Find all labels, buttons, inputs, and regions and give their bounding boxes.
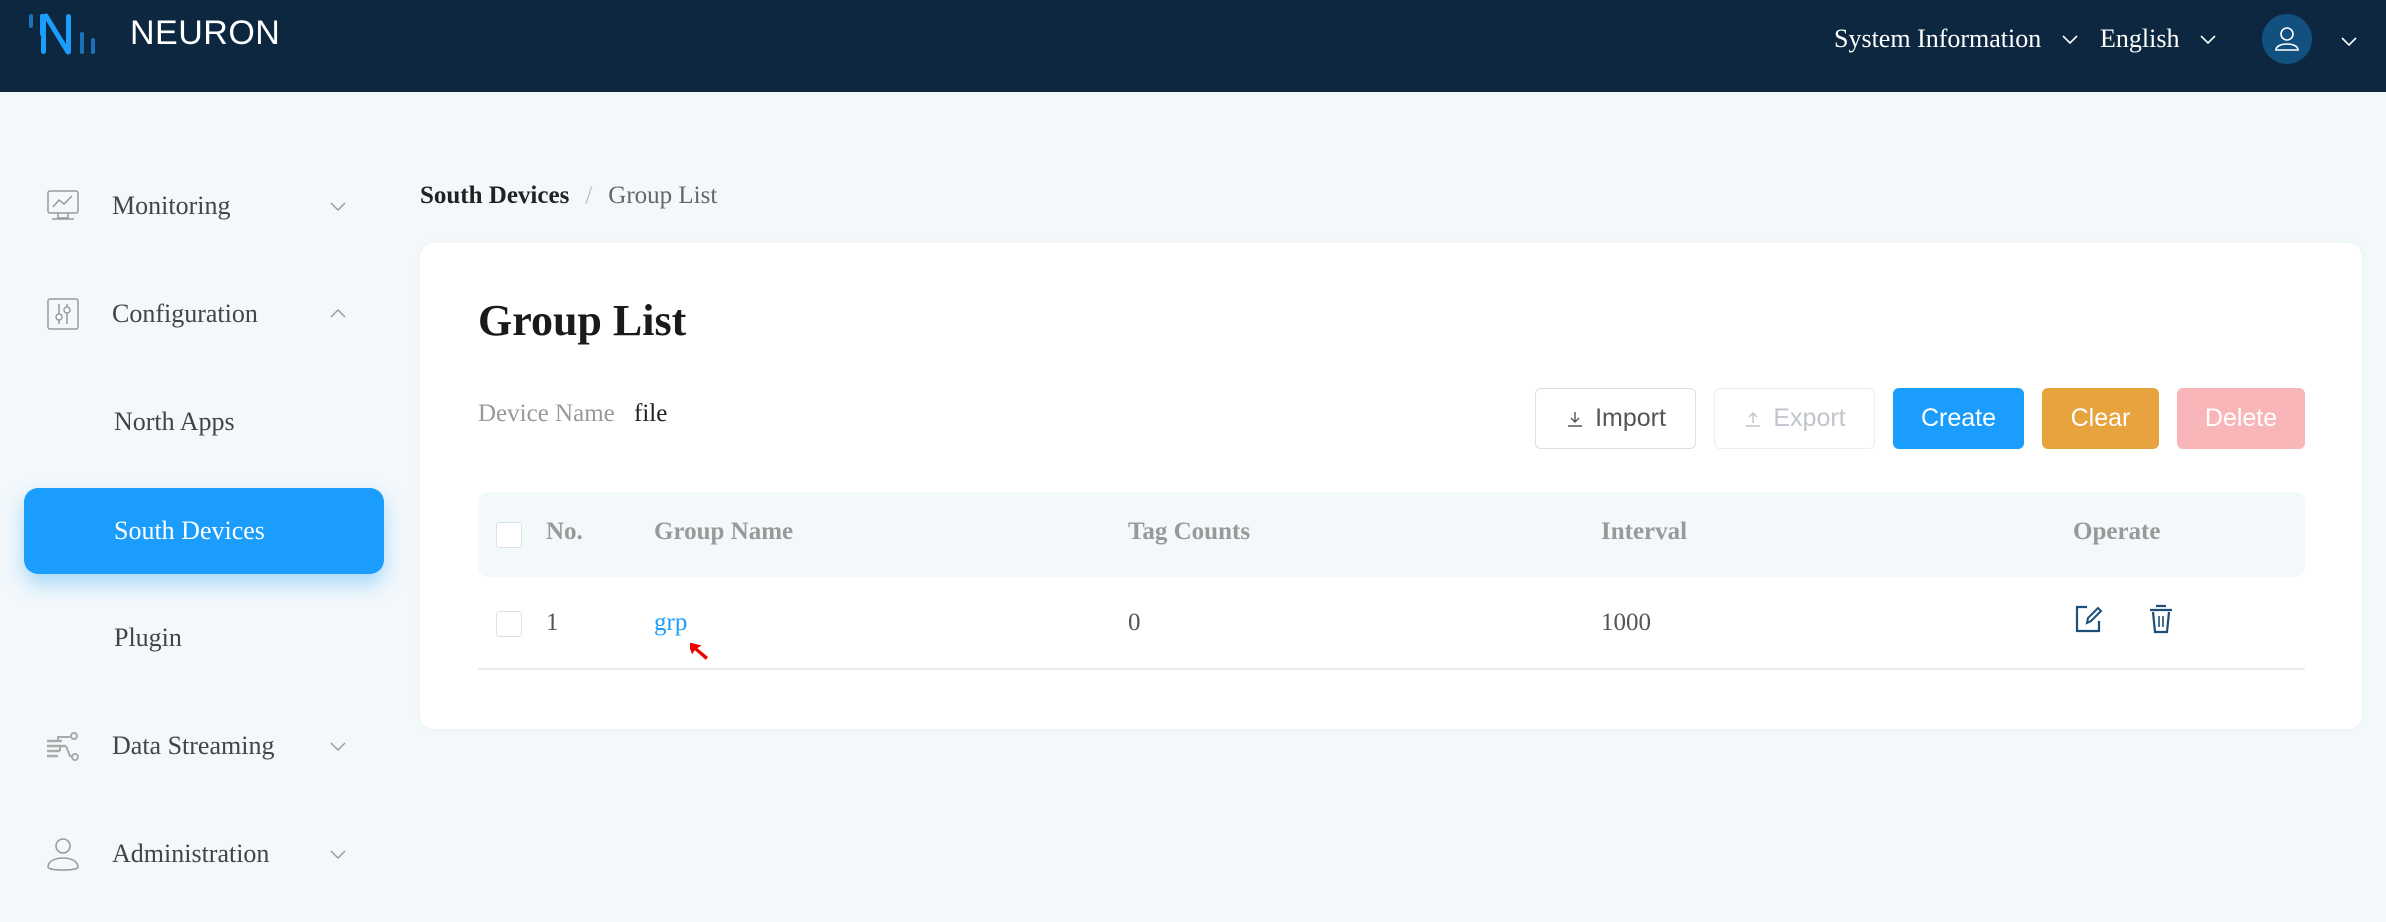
column-header-tag-counts: Tag Counts	[1128, 518, 1251, 545]
sidebar-label: Plugin	[114, 623, 182, 652]
user-avatar[interactable]	[2262, 14, 2312, 64]
delete-button[interactable]: Delete	[2177, 388, 2305, 449]
select-all-checkbox[interactable]	[496, 522, 522, 548]
neuron-logo[interactable]	[28, 12, 110, 56]
system-information-dropdown[interactable]: System Information	[1834, 24, 2079, 54]
user-icon	[47, 838, 79, 871]
chevron-down-icon	[330, 742, 346, 751]
breadcrumb: South Devices / Group List	[420, 182, 717, 210]
column-header-no: No.	[546, 518, 583, 545]
cell-no: 1	[546, 609, 559, 636]
mouse-cursor-icon	[690, 642, 708, 660]
import-label: Import	[1595, 404, 1666, 432]
trash-icon[interactable]	[2145, 603, 2177, 635]
monitor-chart-icon	[47, 190, 79, 220]
cell-group-name-link[interactable]: grp	[654, 609, 687, 637]
sidebar-label: Administration	[112, 839, 270, 868]
cell-interval: 1000	[1601, 609, 1651, 636]
breadcrumb-current: Group List	[608, 182, 718, 209]
column-header-group-name: Group Name	[654, 518, 794, 545]
chevron-down-icon	[2062, 35, 2078, 45]
chevron-down-icon	[2200, 35, 2217, 45]
upload-icon	[1746, 411, 1761, 427]
sidebar-item-plugin[interactable]: Plugin	[24, 595, 384, 681]
sliders-icon	[47, 298, 79, 330]
row-checkbox[interactable]	[496, 611, 522, 637]
top-header: NEURON System Information English	[0, 0, 2386, 92]
clear-button[interactable]: Clear	[2042, 388, 2159, 449]
export-label: Export	[1773, 404, 1846, 432]
sidebar-item-data-streaming[interactable]: Data Streaming	[24, 703, 384, 789]
sidebar-item-administration[interactable]: Administration	[24, 811, 384, 897]
sidebar-label: Monitoring	[112, 191, 231, 220]
language-dropdown[interactable]: English	[2100, 24, 2217, 54]
sidebar-label: Configuration	[112, 299, 258, 328]
chevron-down-icon	[330, 202, 346, 211]
sidebar-item-north-apps[interactable]: North Apps	[24, 379, 384, 465]
sidebar-label: Data Streaming	[112, 731, 275, 760]
download-icon	[1568, 411, 1583, 427]
user-icon	[2275, 27, 2299, 51]
device-name-value: file	[634, 400, 668, 427]
sidebar-label: South Devices	[114, 516, 265, 545]
user-menu-chevron-icon[interactable]	[2340, 32, 2358, 50]
page-title: Group List	[478, 296, 687, 345]
device-name-label: Device Name	[478, 400, 615, 427]
import-button[interactable]: Import	[1535, 388, 1696, 449]
edit-icon[interactable]	[2073, 603, 2105, 635]
create-button[interactable]: Create	[1893, 388, 2024, 449]
cell-tag-counts: 0	[1128, 609, 1141, 636]
sidebar-item-monitoring[interactable]: Monitoring	[24, 163, 384, 249]
system-information-label: System Information	[1834, 24, 2042, 53]
column-header-operate: Operate	[2073, 518, 2161, 545]
breadcrumb-separator: /	[585, 182, 593, 209]
circuit-stream-icon	[47, 732, 79, 761]
logo-text: NEURON	[130, 14, 281, 52]
chevron-up-icon	[330, 309, 346, 318]
chevron-down-icon	[330, 850, 346, 859]
sidebar-label: North Apps	[114, 407, 235, 436]
neuron-logo-icon	[29, 13, 95, 55]
table-row: 1 grp 0 1000	[478, 577, 2305, 670]
breadcrumb-parent[interactable]: South Devices	[420, 182, 569, 210]
export-button[interactable]: Export	[1714, 388, 1875, 449]
sidebar-item-configuration[interactable]: Configuration	[24, 271, 384, 357]
table-header: No. Group Name Tag Counts Interval Opera…	[478, 492, 2305, 577]
language-label: English	[2100, 24, 2180, 53]
sidebar-item-south-devices[interactable]: South Devices	[24, 488, 384, 574]
column-header-interval: Interval	[1601, 518, 1688, 545]
